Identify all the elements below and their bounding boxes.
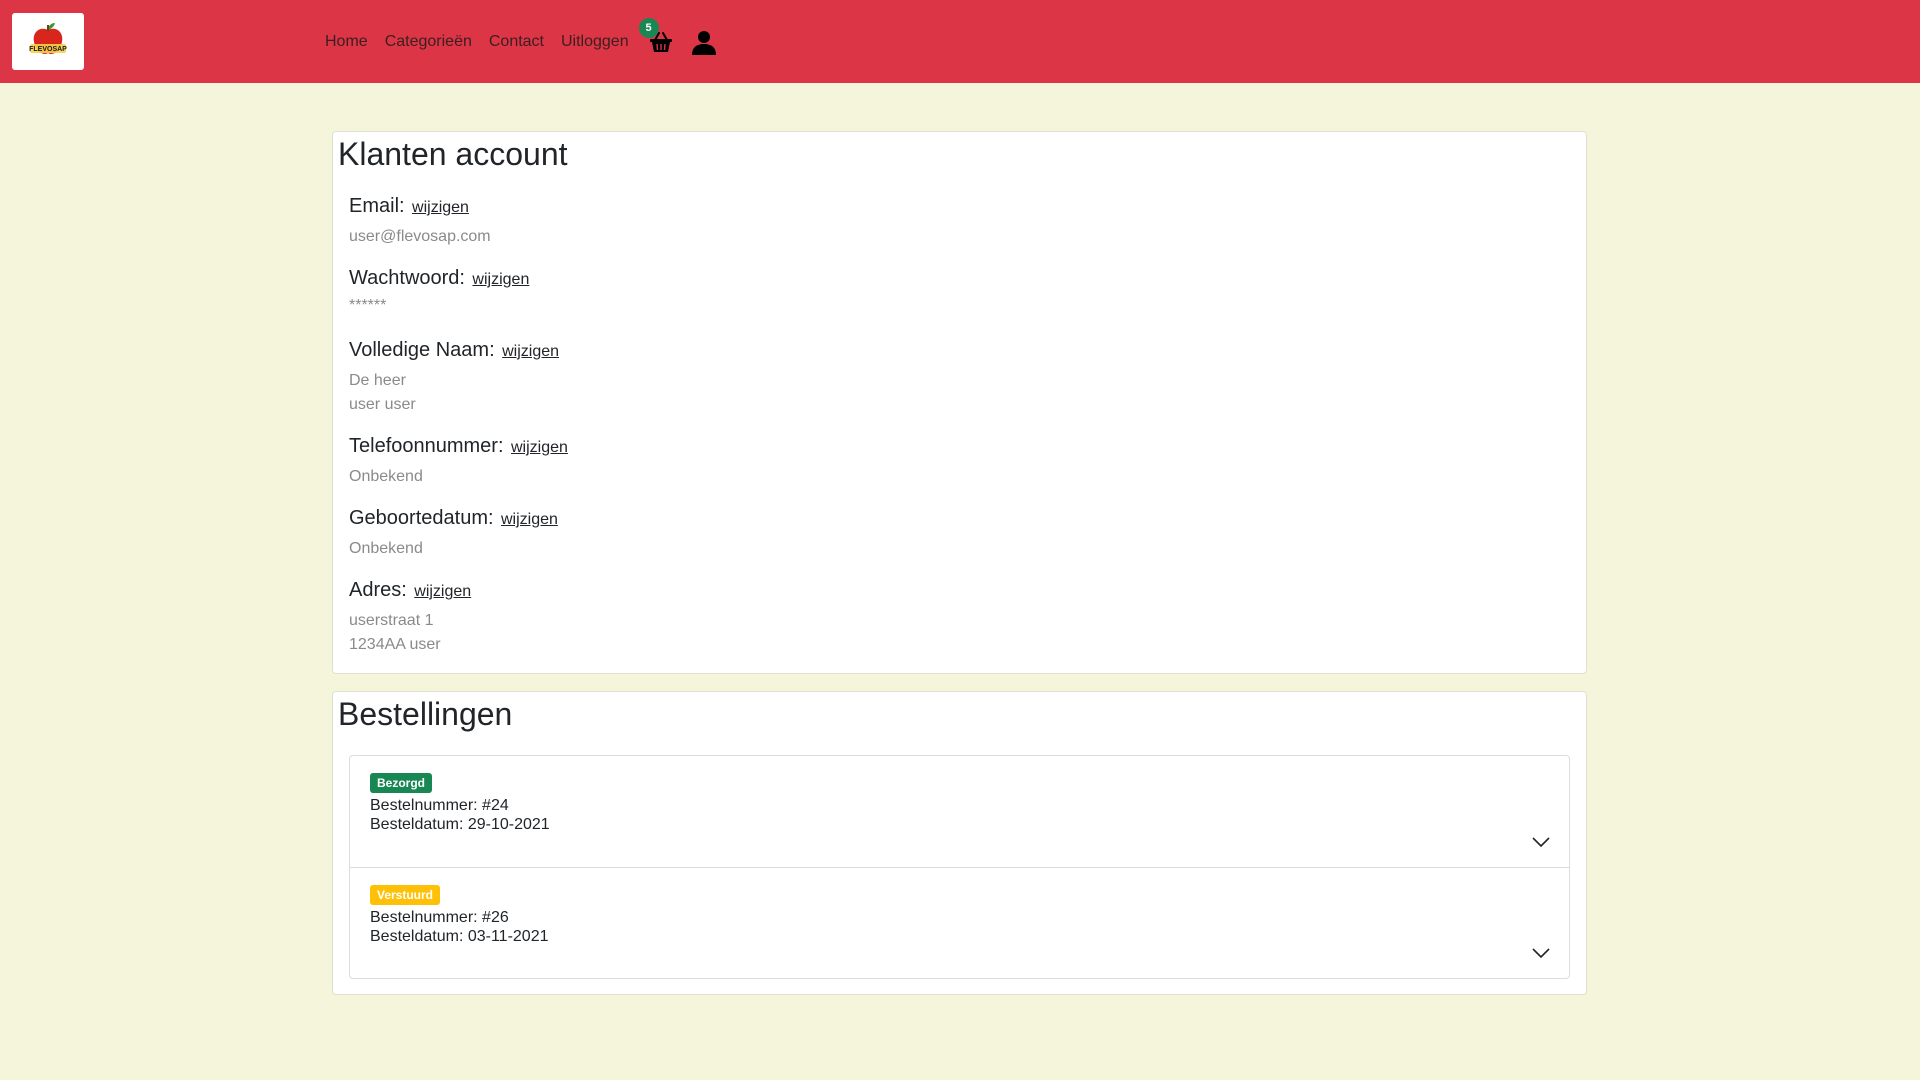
nav-links: Home Categorieën Contact Uitloggen 5 bbox=[325, 0, 719, 83]
birthdate-label: Geboortedatum: bbox=[349, 507, 494, 529]
apple-logo-icon: FLEVOSAP bbox=[29, 22, 67, 54]
phone-value: Onbekend bbox=[349, 468, 423, 485]
birthdate-value: Onbekend bbox=[349, 540, 423, 557]
order-number: Bestelnummer: #24 bbox=[370, 797, 509, 814]
fullname-field: Volledige Naam: wijzigen De heer user us… bbox=[349, 339, 559, 417]
orders-card: Bestellingen Bezorgd Bestelnummer: #24 B… bbox=[332, 691, 1587, 995]
birthdate-field: Geboortedatum: wijzigen Onbekend bbox=[349, 507, 558, 561]
address-city: 1234AA user bbox=[349, 636, 441, 653]
nav-link-uitloggen[interactable]: Uitloggen bbox=[561, 33, 629, 51]
navbar: FLEVOSAP Home Categorieën Contact Uitlog… bbox=[0, 0, 1920, 83]
address-edit-link[interactable]: wijzigen bbox=[414, 583, 471, 600]
fullname-label: Volledige Naam: bbox=[349, 339, 495, 361]
account-title: Klanten account bbox=[338, 136, 568, 172]
email-value: user@flevosap.com bbox=[349, 228, 491, 245]
order-date: Besteldatum: 29-10-2021 bbox=[370, 816, 550, 833]
password-field: Wachtwoord: wijzigen ****** bbox=[349, 267, 529, 318]
nav-link-home[interactable]: Home bbox=[325, 33, 368, 51]
phone-edit-link[interactable]: wijzigen bbox=[511, 439, 568, 456]
chevron-down-icon[interactable] bbox=[1531, 946, 1551, 960]
user-icon bbox=[691, 30, 716, 55]
logo[interactable]: FLEVOSAP bbox=[12, 13, 84, 70]
fullname-salutation: De heer bbox=[349, 372, 406, 389]
phone-field: Telefoonnummer: wijzigen Onbekend bbox=[349, 435, 568, 489]
user-account-button[interactable] bbox=[689, 27, 719, 57]
address-street: userstraat 1 bbox=[349, 612, 434, 629]
order-item[interactable]: Verstuurd Bestelnummer: #26 Besteldatum:… bbox=[350, 867, 1569, 978]
order-number: Bestelnummer: #26 bbox=[370, 909, 509, 926]
cart-button[interactable]: 5 bbox=[638, 17, 675, 56]
account-card: Klanten account Email: wijzigen user@fle… bbox=[332, 131, 1587, 674]
order-date: Besteldatum: 03-11-2021 bbox=[370, 928, 549, 945]
fullname-value: user user bbox=[349, 396, 416, 413]
nav-link-contact[interactable]: Contact bbox=[489, 33, 544, 51]
address-label: Adres: bbox=[349, 579, 407, 601]
email-edit-link[interactable]: wijzigen bbox=[412, 199, 469, 216]
password-value: ****** bbox=[349, 297, 387, 314]
orders-title: Bestellingen bbox=[338, 696, 513, 732]
chevron-down-icon[interactable] bbox=[1531, 835, 1551, 849]
email-field: Email: wijzigen user@flevosap.com bbox=[349, 195, 491, 249]
nav-link-categorieen[interactable]: Categorieën bbox=[385, 33, 472, 51]
fullname-edit-link[interactable]: wijzigen bbox=[502, 343, 559, 360]
svg-text:FLEVOSAP: FLEVOSAP bbox=[29, 46, 67, 53]
phone-label: Telefoonnummer: bbox=[349, 435, 504, 457]
orders-list: Bezorgd Bestelnummer: #24 Besteldatum: 2… bbox=[349, 755, 1570, 979]
order-status-badge: Verstuurd bbox=[370, 885, 441, 905]
birthdate-edit-link[interactable]: wijzigen bbox=[501, 511, 558, 528]
email-label: Email: bbox=[349, 195, 405, 217]
password-label: Wachtwoord: bbox=[349, 267, 465, 289]
address-field: Adres: wijzigen userstraat 1 1234AA user bbox=[349, 579, 471, 657]
order-item[interactable]: Bezorgd Bestelnummer: #24 Besteldatum: 2… bbox=[350, 756, 1569, 867]
password-edit-link[interactable]: wijzigen bbox=[472, 271, 529, 288]
order-status-badge: Bezorgd bbox=[370, 773, 432, 793]
cart-count-badge: 5 bbox=[638, 17, 659, 38]
